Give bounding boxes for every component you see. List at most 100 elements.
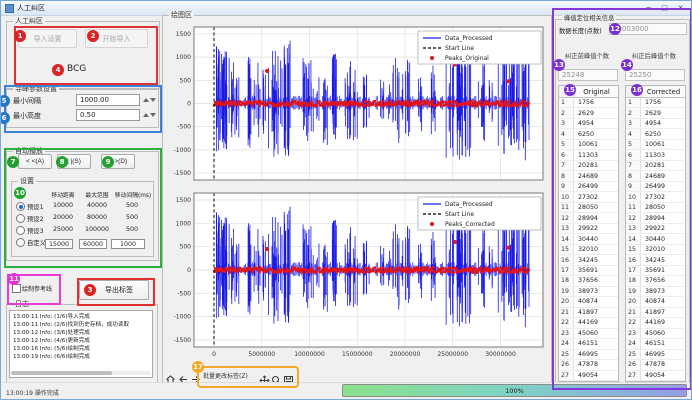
- custom-value-input[interactable]: 15000: [45, 239, 73, 249]
- preset-value: 25000: [47, 226, 79, 233]
- minimize-button[interactable]: ─: [642, 4, 655, 12]
- progress-bar: 100%: [342, 384, 687, 397]
- table-row[interactable]: 926499: [626, 182, 685, 192]
- table-row[interactable]: 2446151: [559, 339, 618, 349]
- table-row[interactable]: 1938973: [559, 287, 618, 297]
- table-row[interactable]: 46250: [626, 129, 685, 139]
- table-row[interactable]: 1735691: [626, 266, 685, 276]
- table-row[interactable]: 2749054: [626, 371, 685, 381]
- reference-line-checkbox[interactable]: [12, 284, 21, 293]
- table-row[interactable]: 2141897: [626, 308, 685, 318]
- table-row[interactable]: 2446151: [626, 339, 685, 349]
- preset-label: 预设1: [27, 202, 44, 211]
- table-row[interactable]: 1837656: [559, 276, 618, 286]
- preset-radio[interactable]: [16, 202, 25, 211]
- table-row[interactable]: 11756: [559, 98, 618, 108]
- table-row[interactable]: 2345060: [559, 329, 618, 339]
- original-peaks-table[interactable]: Original11756226293495446250510061611303…: [558, 85, 619, 382]
- custom-value-input[interactable]: 1000: [111, 239, 145, 249]
- table-row[interactable]: 1532010: [559, 245, 618, 255]
- table-row[interactable]: 1228994: [626, 213, 685, 223]
- toolbar-message: 批量更改标签(Z): [203, 371, 248, 380]
- title-bar: 人工纠区 ─ □ ✕: [1, 1, 691, 16]
- table-row[interactable]: 2141897: [559, 308, 618, 318]
- annotation-circle-7: 7: [7, 156, 19, 168]
- table-row[interactable]: 1128050: [626, 203, 685, 213]
- pan-icon[interactable]: [259, 371, 270, 382]
- log-scrollbar[interactable]: [11, 371, 151, 375]
- svg-text:Peaks_Original: Peaks_Original: [445, 55, 489, 62]
- table-row[interactable]: 1735691: [559, 266, 618, 276]
- table-row[interactable]: 824689: [559, 171, 618, 181]
- signal-chart-corrected[interactable]: 150010005000-500-1000-150005000000100000…: [165, 185, 549, 363]
- table-row[interactable]: 720281: [626, 161, 685, 171]
- table-row[interactable]: 2040874: [559, 297, 618, 307]
- table-row[interactable]: 2546995: [559, 350, 618, 360]
- table-row[interactable]: 34954: [626, 119, 685, 129]
- preset-radio[interactable]: [16, 214, 25, 223]
- table-row[interactable]: 2345060: [626, 329, 685, 339]
- table-row[interactable]: 1938973: [626, 287, 685, 297]
- table-row[interactable]: 1027302: [559, 192, 618, 202]
- table-row[interactable]: 510061: [559, 140, 618, 150]
- home-icon[interactable]: [165, 370, 176, 381]
- table-row[interactable]: 1430440: [559, 234, 618, 244]
- spin-up-icon[interactable]: [143, 113, 149, 117]
- table-row[interactable]: 22629: [626, 108, 685, 118]
- save-icon[interactable]: [283, 371, 294, 382]
- back-icon[interactable]: [178, 370, 189, 381]
- table-row[interactable]: 2647878: [559, 360, 618, 370]
- table-row[interactable]: 2244169: [559, 318, 618, 328]
- svg-text:-1000: -1000: [174, 147, 192, 154]
- table-row[interactable]: 510061: [626, 140, 685, 150]
- table-row[interactable]: 1532010: [626, 245, 685, 255]
- spin-down-icon[interactable]: [150, 98, 156, 102]
- table-row[interactable]: 1329922: [626, 224, 685, 234]
- log-line: 13:00:12 Info: (3/6)处理完成: [10, 329, 152, 337]
- table-row[interactable]: 611303: [559, 150, 618, 160]
- corrected-peaks-table[interactable]: Corrected1175622629349544625051006161130…: [625, 85, 686, 382]
- annotation-circle-8: 8: [56, 156, 68, 168]
- table-row[interactable]: 22629: [559, 108, 618, 118]
- table-row[interactable]: 1430440: [626, 234, 685, 244]
- log-output[interactable]: 13:00:11 Info: (1/6)导入完成13:00:11 Info: (…: [9, 310, 153, 378]
- min-interval-input[interactable]: 1000.00: [76, 94, 140, 106]
- table-row[interactable]: 11756: [626, 98, 685, 108]
- table-row[interactable]: 720281: [559, 161, 618, 171]
- table-row[interactable]: 1228994: [559, 213, 618, 223]
- table-row[interactable]: 1128050: [559, 203, 618, 213]
- spin-up-icon[interactable]: [143, 98, 149, 102]
- app-icon: [5, 4, 14, 13]
- step-back-button[interactable]: < <(A): [18, 154, 52, 169]
- table-row[interactable]: 34954: [559, 119, 618, 129]
- svg-text:0: 0: [187, 267, 191, 274]
- svg-text:15000000: 15000000: [342, 351, 373, 358]
- maximize-button[interactable]: □: [658, 4, 671, 12]
- signal-chart-original[interactable]: 150010005000-500-1000-1500Data_Processed…: [165, 23, 549, 185]
- import-settings-button[interactable]: 导入设置: [18, 29, 77, 48]
- log-line: 13:00:12 Info: (4/6)更新完成: [10, 337, 152, 345]
- table-row[interactable]: 1634245: [559, 255, 618, 265]
- preset-radio[interactable]: [16, 238, 25, 247]
- preset-radio[interactable]: [16, 226, 25, 235]
- zoom-icon[interactable]: [271, 371, 282, 382]
- annotation-circle-16: 16: [631, 84, 643, 96]
- table-row[interactable]: 611303: [626, 150, 685, 160]
- custom-value-input[interactable]: 60000: [79, 239, 107, 249]
- table-row[interactable]: 2244169: [626, 318, 685, 328]
- table-row[interactable]: 2749054: [559, 371, 618, 381]
- close-button[interactable]: ✕: [674, 4, 687, 12]
- table-row[interactable]: 824689: [626, 171, 685, 181]
- svg-text:1500: 1500: [176, 197, 191, 204]
- table-row[interactable]: 1329922: [559, 224, 618, 234]
- spin-down-icon[interactable]: [150, 113, 156, 117]
- table-row[interactable]: 1634245: [626, 255, 685, 265]
- table-row[interactable]: 2040874: [626, 297, 685, 307]
- min-height-input[interactable]: 0.50: [76, 109, 140, 121]
- table-row[interactable]: 2546995: [626, 350, 685, 360]
- table-row[interactable]: 1837656: [626, 276, 685, 286]
- table-row[interactable]: 2647878: [626, 360, 685, 370]
- table-row[interactable]: 46250: [559, 129, 618, 139]
- table-row[interactable]: 926499: [559, 182, 618, 192]
- table-row[interactable]: 1027302: [626, 192, 685, 202]
